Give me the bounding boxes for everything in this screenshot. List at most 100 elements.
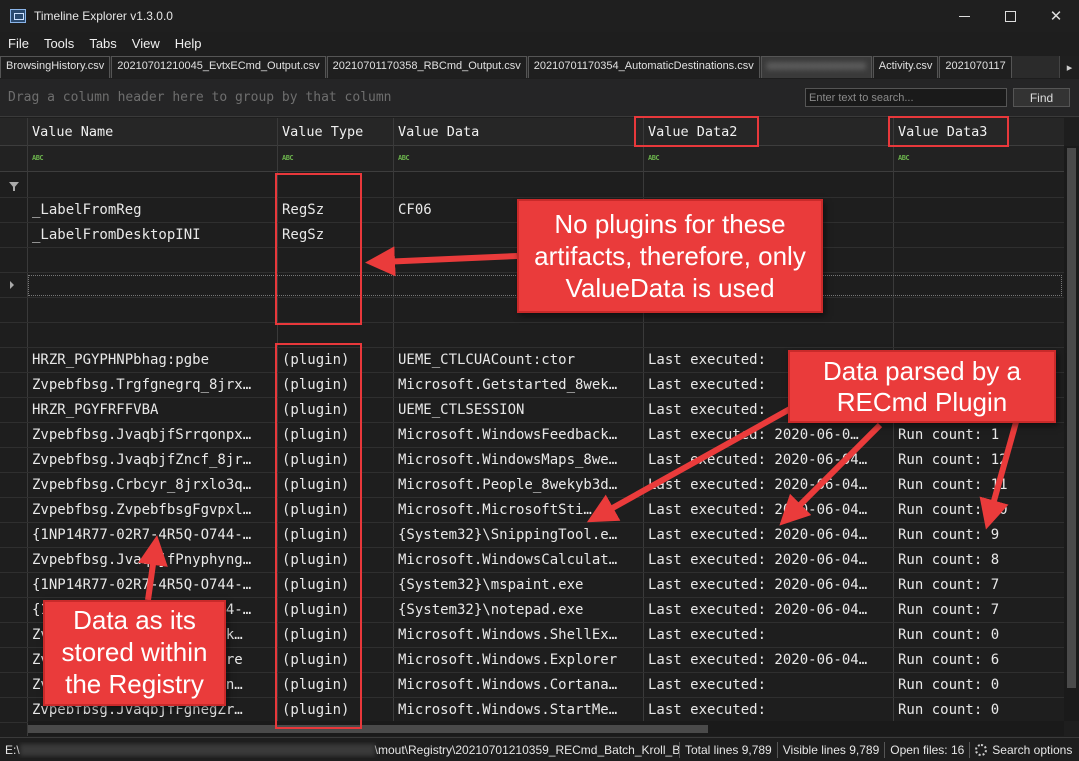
column-header-value-type[interactable]: Value Type <box>282 124 363 140</box>
callout-line: No plugins for these <box>554 209 786 239</box>
tab-automatic-destinations[interactable]: 20210701170354_AutomaticDestinations.csv <box>527 56 760 78</box>
cell-value-data3[interactable]: Run count: 0 <box>898 627 1064 643</box>
menu-help[interactable]: Help <box>167 36 209 51</box>
cell-value-name[interactable]: Zvpebfbsg.ZvpebfbsgFgvpxl… <box>32 502 274 518</box>
tab-scroll-right-icon[interactable]: ▸ <box>1059 56 1079 78</box>
column-header-value-data[interactable]: Value Data <box>398 124 479 140</box>
cell-value-data[interactable]: {System32}\SnippingTool.e… <box>398 527 638 543</box>
search-options-button[interactable]: Search options <box>970 742 1077 758</box>
cell-value-name[interactable]: {1NP14R77-02R7-4R5Q-O744-… <box>32 577 274 593</box>
cell-value-data3[interactable]: Run count: 10 <box>898 502 1064 518</box>
horizontal-scrollbar[interactable] <box>28 721 1064 736</box>
tab-evtxecmd-output[interactable]: 20210701210045_EvtxECmd_Output.csv <box>111 56 326 78</box>
maximize-button[interactable] <box>987 0 1033 32</box>
cell-value-data2[interactable]: Last executed: 2020-06-04… <box>648 602 890 618</box>
cell-value-name[interactable]: HRZR_PGYFRFFVBA <box>32 402 274 418</box>
cell-value-data[interactable]: Microsoft.People_8wekyb3d… <box>398 477 638 493</box>
callout-line: Data as its <box>73 605 196 635</box>
abc-filter-icon[interactable]: ABC <box>282 154 294 162</box>
cell-value-name[interactable]: Zvpebfbsg.JvaqbjfZncf_8jr… <box>32 452 274 468</box>
cell-value-data3[interactable]: Run count: 7 <box>898 602 1064 618</box>
cell-value-data[interactable]: Microsoft.MicrosoftSti… <box>398 502 638 518</box>
cell-value-data3[interactable]: Run count: 8 <box>898 552 1064 568</box>
table-row[interactable] <box>0 323 1064 348</box>
vertical-scrollbar[interactable] <box>1064 146 1079 721</box>
tab-activity[interactable]: Activity.csv <box>872 56 939 78</box>
cell-value-data3[interactable]: Run count: 0 <box>898 702 1064 718</box>
cell-value-name[interactable]: Zvpebfbsg.Trgfgnegrq_8jrx… <box>32 377 274 393</box>
table-row[interactable]: {1NP14R77-02R7-4R5Q-O744-…(plugin){Syste… <box>0 573 1064 598</box>
cell-value-name[interactable]: _LabelFromReg <box>32 202 274 218</box>
cell-value-data3[interactable]: Run count: 6 <box>898 652 1064 668</box>
cell-value-data[interactable]: Microsoft.Windows.Cortana… <box>398 677 638 693</box>
tab-browsing-history[interactable]: BrowsingHistory.csv <box>0 56 111 78</box>
cell-value-data2[interactable]: Last executed: <box>648 677 890 693</box>
table-row[interactable]: Zvpebfbsg.JvaqbjfZncf_8jr… (plugin) Micros… <box>0 448 1064 473</box>
cell-value-data2[interactable]: Last executed: <box>648 702 890 718</box>
table-row[interactable]: Zvpebfbsg.JvaqbjfSrrqonpx… (plugin) Micros… <box>0 423 1064 448</box>
cell-value-name[interactable]: Zvpebfbsg.Crbcyr_8jrxlo3q… <box>32 477 274 493</box>
cell-value-data[interactable]: Microsoft.Windows.Explorer <box>398 652 638 668</box>
table-row[interactable]: {1NP14R77-02R7-4R5Q-O744-…(plugin){Syste… <box>0 523 1064 548</box>
table-row[interactable]: Zvpebfbsg.ZvpebfbsgFgvpxl… (plugin) Micros… <box>0 498 1064 523</box>
cell-value-data3[interactable]: Run count: 0 <box>898 677 1064 693</box>
close-button[interactable]: ✕ <box>1033 0 1079 32</box>
table-row[interactable]: Zvpebfbsg.Crbcyr_8jrxlo3q… (plugin) Micros… <box>0 473 1064 498</box>
cell-value-data2[interactable]: Last executed: 2020-06-0… <box>648 427 890 443</box>
cell-value-data2[interactable]: Last executed: 2020-06-04… <box>648 477 890 493</box>
cell-value-data2[interactable]: Last executed: <box>648 627 890 643</box>
column-header-value-name[interactable]: Value Name <box>32 124 113 140</box>
callout-line: Data parsed by a <box>822 356 1021 386</box>
find-button[interactable]: Find <box>1013 88 1070 107</box>
abc-filter-icon[interactable]: ABC <box>32 154 44 162</box>
cell-value-name[interactable]: _LabelFromDesktopINI <box>32 227 274 243</box>
app-icon <box>10 9 26 23</box>
table-row[interactable]: Zvpebfbsg.JvaqbjfPnyphyng… (plugin) Micros… <box>0 548 1064 573</box>
cell-value-name[interactable]: Zvpebfbsg.JvaqbjfSrrqonpx… <box>32 427 274 443</box>
cell-value-data[interactable]: UEME_CTLSESSION <box>398 402 638 418</box>
maximize-icon <box>1004 10 1016 22</box>
menu-tabs[interactable]: Tabs <box>81 36 123 51</box>
abc-filter-icon[interactable]: ABC <box>898 154 910 162</box>
cell-value-data2[interactable]: Last executed: 2020-06-04… <box>648 527 890 543</box>
cell-value-data[interactable]: Microsoft.Windows.ShellEx… <box>398 627 638 643</box>
cell-value-data2[interactable]: Last executed: 2020-06-04… <box>648 577 890 593</box>
cell-value-data[interactable]: Microsoft.Windows.StartMe… <box>398 702 638 718</box>
cell-value-data[interactable]: Microsoft.WindowsMaps_8we… <box>398 452 638 468</box>
cell-value-data[interactable]: {System32}\mspaint.exe <box>398 577 638 593</box>
search-input[interactable] <box>805 88 1007 107</box>
tab-rbcmd-output[interactable]: 20210701170358_RBCmd_Output.csv <box>326 56 527 78</box>
minimize-button[interactable] <box>941 0 987 32</box>
cell-value-data3[interactable]: Run count: 12 <box>898 452 1064 468</box>
cell-value-name[interactable]: Zvpebfbsg.JvaqbjfPnyphyng… <box>32 552 274 568</box>
abc-filter-icon[interactable]: ABC <box>648 154 660 162</box>
cell-value-data2[interactable]: Last executed: 2020-06-04… <box>648 652 890 668</box>
menu-tools[interactable]: Tools <box>36 36 81 51</box>
cell-value-data3[interactable]: Run count: 1 <box>898 427 1064 443</box>
group-panel[interactable]: Drag a column header here to group by th… <box>0 79 1079 117</box>
menu-view[interactable]: View <box>124 36 167 51</box>
callout-line: stored within <box>61 637 208 667</box>
cell-value-data3[interactable]: Run count: 11 <box>898 477 1064 493</box>
cell-value-name[interactable]: {1NP14R77-02R7-4R5Q-O744-… <box>32 527 274 543</box>
cell-value-data[interactable]: Microsoft.WindowsCalculat… <box>398 552 638 568</box>
cell-value-name[interactable]: HRZR_PGYPHNPbhag:pgbe <box>32 352 274 368</box>
cell-value-data2[interactable]: Last executed: 2020-06-04… <box>648 502 890 518</box>
cell-value-data[interactable]: Microsoft.WindowsFeedback… <box>398 427 638 443</box>
highlight-regsz-types <box>275 173 362 325</box>
tab-redacted[interactable]: xxxxxxxxxxxxxxxxxx <box>760 56 872 78</box>
scroll-thumb[interactable] <box>28 725 708 733</box>
cell-value-data[interactable]: Microsoft.Getstarted_8wek… <box>398 377 638 393</box>
cell-value-data[interactable]: {System32}\notepad.exe <box>398 602 638 618</box>
abc-filter-icon[interactable]: ABC <box>398 154 410 162</box>
cell-value-data2[interactable]: Last executed: 2020-06-04… <box>648 552 890 568</box>
menu-file[interactable]: File <box>0 36 36 51</box>
cell-value-data3[interactable]: Run count: 7 <box>898 577 1064 593</box>
cell-value-data[interactable]: UEME_CTLCUACount:ctor <box>398 352 638 368</box>
cell-value-data3[interactable]: Run count: 9 <box>898 527 1064 543</box>
redacted-path <box>19 744 375 757</box>
cell-value-data2[interactable]: Last executed: 2020-06-04… <box>648 452 890 468</box>
table-row[interactable] <box>0 173 1064 198</box>
tab-truncated[interactable]: 2021070117 <box>939 56 1012 78</box>
scroll-thumb[interactable] <box>1067 148 1076 688</box>
